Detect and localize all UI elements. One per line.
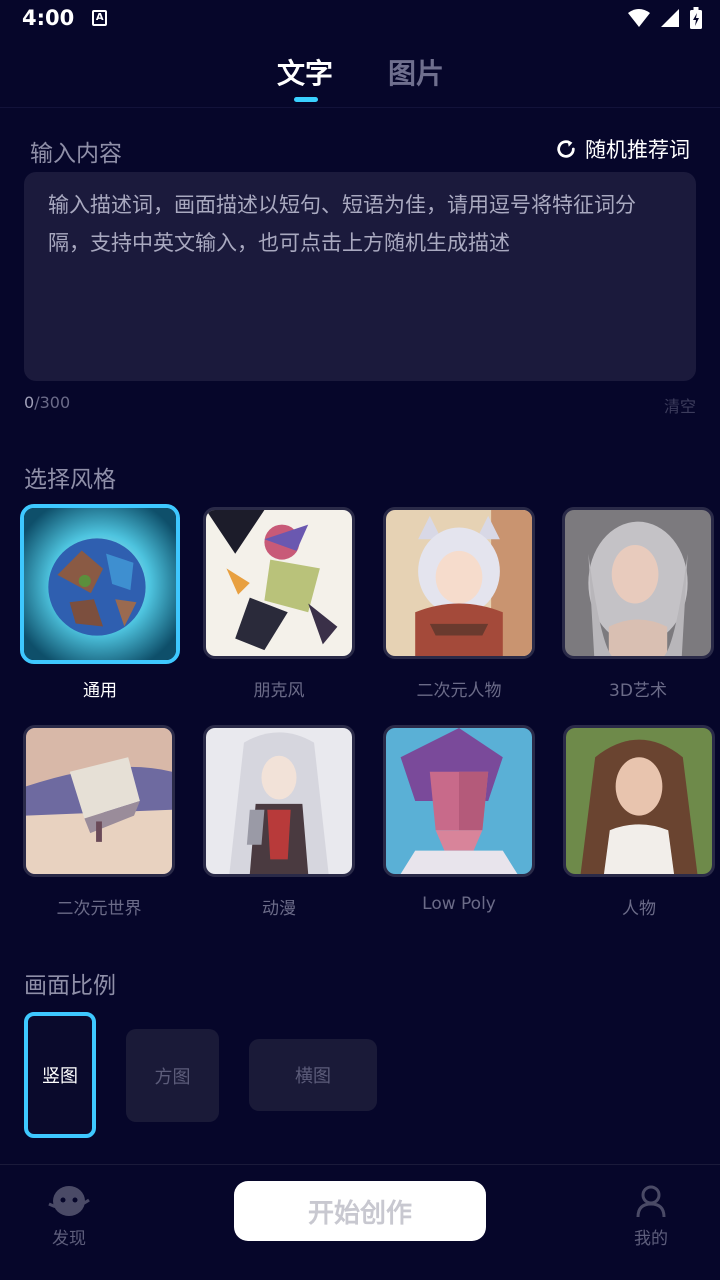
random-prompt-button[interactable]: 随机推荐词 [555, 134, 690, 164]
ratio-landscape-button[interactable]: 横图 [249, 1039, 377, 1111]
ratio-portrait-button[interactable]: 竖图 [24, 1012, 96, 1138]
anime-girl-thumbnail [386, 510, 532, 656]
nav-mine[interactable]: 我的 [626, 1184, 676, 1249]
char-counter: 0/300 [24, 393, 70, 412]
style-card-general[interactable] [20, 504, 180, 664]
bottom-nav-divider [0, 1164, 720, 1165]
nav-discover[interactable]: 发现 [44, 1184, 94, 1249]
style-card-animation[interactable] [203, 725, 355, 877]
animation-thumbnail [206, 728, 352, 874]
char-count-max: /300 [34, 393, 71, 412]
tab-image[interactable]: 图片 [388, 52, 444, 92]
refresh-icon [557, 140, 575, 158]
input-section-label: 输入内容 [30, 141, 122, 167]
style-label-animation: 动漫 [262, 899, 296, 919]
status-icons [628, 7, 702, 29]
low-poly-thumbnail [386, 728, 532, 874]
style-label-low-poly: Low Poly [422, 894, 496, 914]
punk-thumbnail [206, 510, 352, 656]
tab-active-indicator [294, 97, 318, 102]
status-time: 4:00 [22, 6, 75, 30]
ratio-square-button[interactable]: 方图 [126, 1029, 219, 1122]
signal-icon [661, 9, 679, 27]
style-section-label: 选择风格 [24, 467, 116, 493]
style-label-anime-character: 二次元人物 [416, 681, 502, 701]
status-bar: 4:00 A [0, 0, 720, 36]
portrait-thumbnail [566, 728, 712, 874]
random-prompt-label: 随机推荐词 [585, 138, 690, 162]
tab-text[interactable]: 文字 [277, 52, 333, 92]
style-card-portrait[interactable] [563, 725, 715, 877]
nav-mine-label: 我的 [634, 1229, 668, 1249]
status-notification-icon: A [92, 10, 108, 26]
clear-button[interactable]: 清空 [664, 393, 696, 417]
style-card-low-poly[interactable] [383, 725, 535, 877]
style-label-anime-world: 二次元世界 [56, 899, 142, 919]
start-create-button[interactable]: 开始创作 [234, 1181, 486, 1241]
prompt-textarea[interactable]: 输入描述词，画面描述以短句、短语为佳，请用逗号将特征词分隔，支持中英文输入，也可… [24, 172, 696, 381]
header-divider [0, 107, 720, 108]
style-label-3d-art: 3D艺术 [609, 681, 667, 701]
anime-world-thumbnail [26, 728, 172, 874]
planet-face-icon [48, 1186, 90, 1216]
prompt-placeholder: 输入描述词，画面描述以短句、短语为佳，请用逗号将特征词分隔，支持中英文输入，也可… [48, 193, 636, 255]
style-label-punk: 朋克风 [253, 681, 305, 701]
battery-icon [690, 7, 702, 29]
ratio-section-label: 画面比例 [24, 973, 116, 999]
style-card-anime-world[interactable] [23, 725, 175, 877]
style-label-portrait: 人物 [622, 899, 656, 919]
planet-thumbnail [24, 508, 176, 660]
user-icon [636, 1185, 666, 1218]
top-tabs: 文字 图片 [0, 52, 720, 108]
style-label-general: 通用 [83, 681, 117, 701]
wifi-icon [628, 9, 650, 27]
style-card-anime-character[interactable] [383, 507, 535, 659]
style-card-punk[interactable] [203, 507, 355, 659]
style-card-3d-art[interactable] [562, 507, 714, 659]
3d-portrait-thumbnail [565, 510, 711, 656]
char-count-current: 0 [24, 393, 35, 412]
nav-discover-label: 发现 [52, 1229, 86, 1249]
